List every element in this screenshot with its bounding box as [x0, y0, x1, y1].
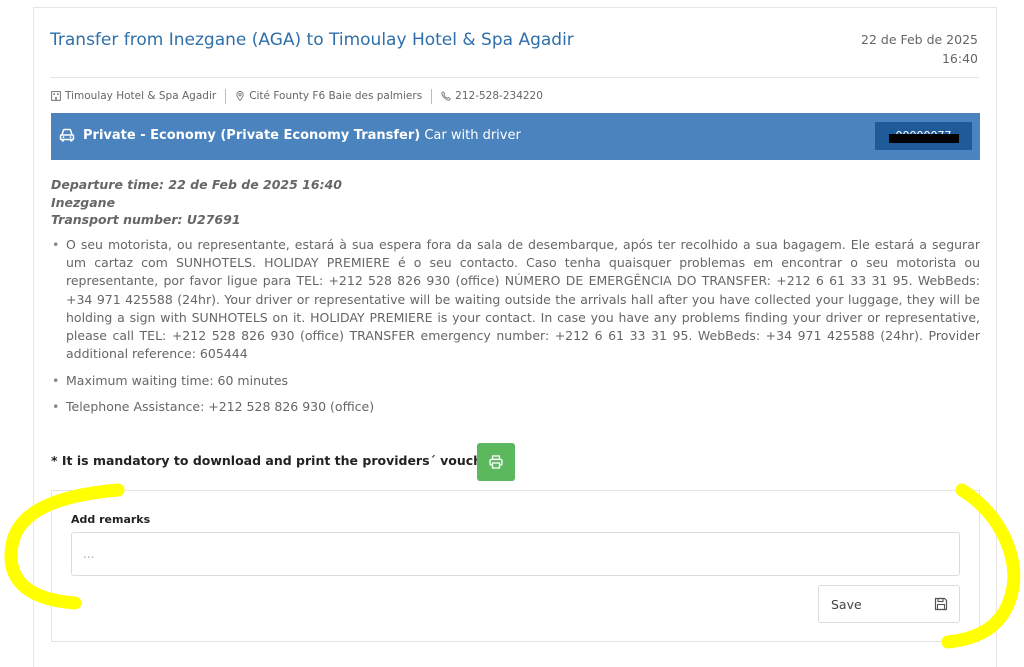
service-type: Private - Economy (Private Economy Trans… [83, 128, 521, 143]
remarks-label: Add remarks [71, 513, 151, 526]
booking-reference: 00000077 [875, 122, 972, 150]
list-item: O seu motorista, ou representante, estar… [51, 236, 980, 363]
hotel-info-line: Timoulay Hotel & Spa Agadir Cité Founty … [51, 88, 543, 104]
save-button-label: Save [831, 596, 862, 612]
service-bar: Private - Economy (Private Economy Trans… [51, 113, 980, 160]
phone-icon [441, 91, 451, 101]
transfer-time: 16:40 [941, 51, 978, 66]
divider [50, 77, 979, 78]
list-item: Maximum waiting time: 60 minutes [51, 372, 980, 390]
transfer-datetime: 22 de Feb de 2025 16:40 [861, 30, 978, 68]
hotel-address: Cité Founty F6 Baie des palmiers [249, 90, 423, 102]
address-info-item: Cité Founty F6 Baie des palmiers [235, 90, 422, 102]
save-button[interactable]: Save [818, 585, 960, 623]
hotel-info-item: Timoulay Hotel & Spa Agadir [51, 90, 216, 102]
departure-time: Departure time: 22 de Feb de 2025 16:40 [51, 177, 342, 192]
phone-info-item: 212-528-234220 [441, 90, 543, 102]
service-type-rest: Car with driver [420, 128, 521, 143]
departure-place: Inezgane [51, 194, 116, 210]
separator [431, 88, 433, 104]
printer-icon [489, 455, 503, 469]
remarks-panel: Add remarks Save [51, 490, 980, 642]
transfer-title: Transfer from Inezgane (AGA) to Timoulay… [50, 30, 574, 50]
remarks-input[interactable] [71, 532, 960, 576]
hotel-name: Timoulay Hotel & Spa Agadir [65, 90, 217, 102]
hotel-phone: 212-528-234220 [455, 90, 543, 102]
building-icon [51, 91, 61, 101]
transfer-date: 22 de Feb de 2025 [861, 32, 978, 47]
service-type-bold: Private - Economy (Private Economy Trans… [83, 128, 421, 143]
redaction-block [889, 134, 959, 143]
transfer-notes-list: O seu motorista, ou representante, estar… [51, 236, 980, 424]
departure-details: Departure time: 22 de Feb de 2025 16:40 … [51, 176, 342, 229]
car-icon [59, 128, 75, 142]
transport-number: Transport number: U27691 [51, 212, 241, 227]
list-item: Telephone Assistance: +212 528 826 930 (… [51, 398, 980, 416]
separator [225, 88, 227, 104]
floppy-disk-icon [934, 597, 948, 611]
print-voucher-button[interactable] [477, 443, 515, 481]
map-pin-icon [236, 91, 244, 101]
voucher-notice: * It is mandatory to download and print … [51, 453, 497, 468]
